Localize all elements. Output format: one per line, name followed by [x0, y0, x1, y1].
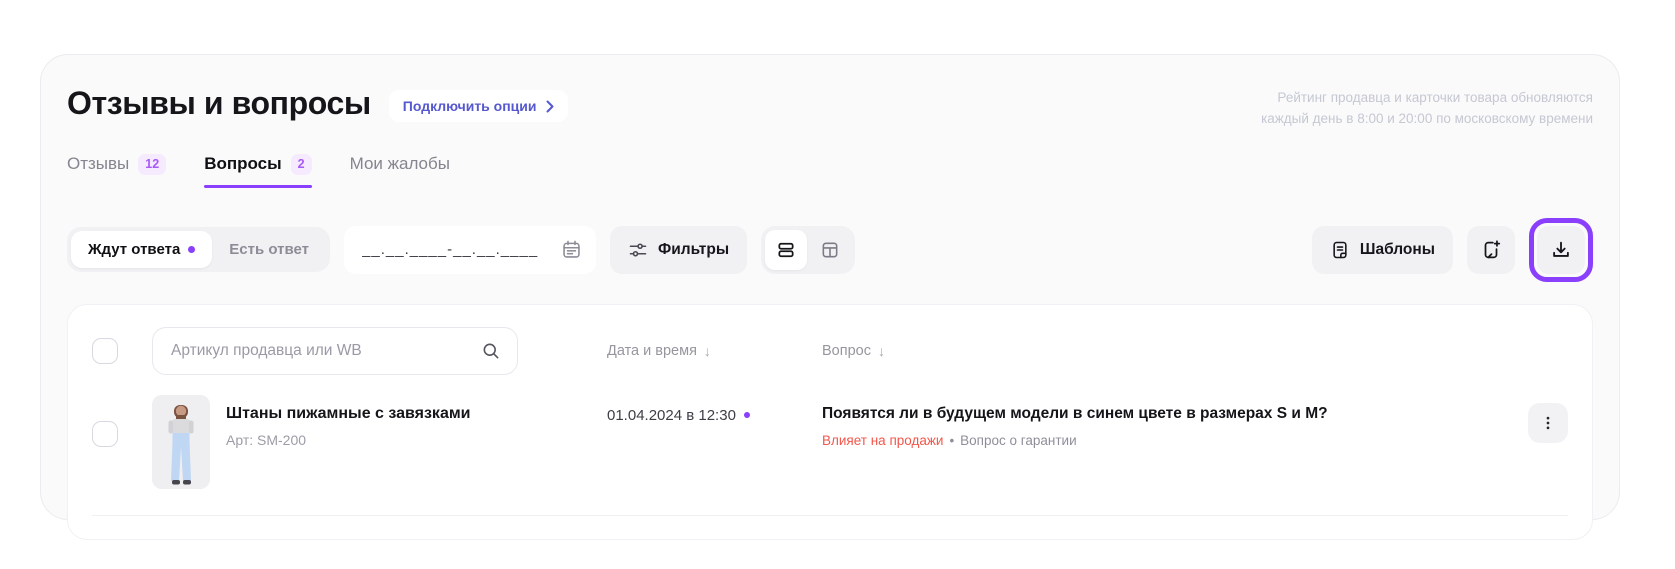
- tab-reviews-badge: 12: [138, 154, 166, 175]
- table-view-option[interactable]: [809, 230, 851, 270]
- unanswered-indicator-dot: [188, 246, 195, 253]
- document-plus-icon: [1480, 239, 1502, 261]
- product-cell: Штаны пижамные с завязками Арт: SM-200: [152, 395, 518, 489]
- column-header-question[interactable]: Вопрос ↓: [822, 343, 885, 359]
- list-view-option[interactable]: [765, 230, 807, 270]
- has-answer-label: Есть ответ: [229, 241, 309, 258]
- rating-update-note-line2: каждый день в 8:00 и 20:00 по московском…: [1261, 109, 1593, 130]
- question-datetime: 01.04.2024 в 12:30: [607, 395, 822, 424]
- select-all-checkbox[interactable]: [92, 338, 118, 364]
- row-checkbox[interactable]: [92, 421, 118, 447]
- connect-options-button[interactable]: Подключить опции: [389, 90, 568, 122]
- product-article: Арт: SM-200: [226, 432, 471, 448]
- tab-reviews[interactable]: Отзывы 12: [67, 154, 166, 188]
- rating-update-note: Рейтинг продавца и карточки товара обнов…: [1261, 85, 1593, 130]
- page-title: Отзывы и вопросы: [67, 85, 371, 122]
- warranty-question-tag: Вопрос о гарантии: [960, 433, 1076, 448]
- column-header-question-label: Вопрос: [822, 343, 871, 359]
- templates-label: Шаблоны: [1360, 241, 1435, 259]
- templates-button[interactable]: Шаблоны: [1312, 226, 1453, 274]
- tab-questions-badge: 2: [291, 154, 312, 175]
- row-menu-button[interactable]: [1528, 403, 1568, 443]
- column-header-datetime-label: Дата и время: [607, 343, 697, 359]
- date-range-input[interactable]: [344, 226, 596, 274]
- filters-label: Фильтры: [658, 241, 729, 259]
- has-answer-segment[interactable]: Есть ответ: [212, 231, 326, 268]
- question-cell: Появятся ли в будущем модели в синем цве…: [822, 395, 1528, 448]
- tab-bar: Отзывы 12 Вопросы 2 Мои жалобы: [67, 154, 1593, 188]
- reviews-questions-panel: Отзывы и вопросы Подключить опции Рейтин…: [40, 54, 1620, 520]
- rows-icon: [776, 240, 796, 260]
- column-header-datetime[interactable]: Дата и время ↓: [607, 343, 822, 359]
- tab-my-complaints-label: Мои жалобы: [350, 154, 450, 174]
- article-search-input[interactable]: [171, 342, 481, 360]
- table-layout-icon: [820, 240, 840, 260]
- waiting-answer-label: Ждут ответа: [88, 241, 180, 258]
- filters-button[interactable]: Фильтры: [610, 226, 747, 274]
- tab-reviews-label: Отзывы: [67, 154, 129, 174]
- article-search-box[interactable]: [152, 327, 518, 375]
- sort-arrow-datetime: ↓: [704, 343, 711, 359]
- affects-sales-tag: Влияет на продажи: [822, 433, 943, 448]
- download-highlight-ring: [1529, 218, 1593, 282]
- sort-arrow-question: ↓: [878, 343, 885, 359]
- new-question-dot: [744, 412, 750, 418]
- download-button[interactable]: [1537, 226, 1585, 274]
- question-tags: Влияет на продажи • Вопрос о гарантии: [822, 433, 1508, 448]
- tag-separator: •: [949, 433, 954, 448]
- toolbar: Ждут ответа Есть ответ: [67, 218, 1593, 282]
- calendar-icon[interactable]: [561, 239, 582, 260]
- connect-options-label: Подключить опции: [403, 98, 537, 114]
- rating-update-note-line1: Рейтинг продавца и карточки товара обнов…: [1261, 88, 1593, 109]
- tab-questions-label: Вопросы: [204, 154, 281, 174]
- date-range-field[interactable]: [362, 241, 561, 258]
- export-report-button[interactable]: [1467, 226, 1515, 274]
- magnifier-icon[interactable]: [481, 341, 501, 361]
- question-text: Появятся ли в будущем модели в синем цве…: [822, 405, 1508, 423]
- document-icon: [1330, 240, 1350, 260]
- table-header-row: Дата и время ↓ Вопрос ↓: [68, 319, 1592, 389]
- question-datetime-value: 01.04.2024 в 12:30: [607, 407, 736, 424]
- kebab-menu-icon: [1539, 414, 1557, 432]
- sliders-icon: [628, 240, 648, 260]
- answer-status-segmented-control: Ждут ответа Есть ответ: [67, 227, 330, 272]
- questions-table: Дата и время ↓ Вопрос ↓: [67, 304, 1593, 540]
- waiting-answer-segment[interactable]: Ждут ответа: [71, 231, 212, 268]
- row-divider: [92, 515, 1568, 539]
- table-row: Штаны пижамные с завязками Арт: SM-200 0…: [68, 389, 1592, 493]
- product-thumbnail: [152, 395, 210, 489]
- product-info: Штаны пижамные с завязками Арт: SM-200: [226, 395, 471, 489]
- product-title: Штаны пижамные с завязками: [226, 405, 471, 423]
- tab-questions[interactable]: Вопросы 2: [204, 154, 311, 188]
- tab-my-complaints[interactable]: Мои жалобы: [350, 154, 450, 188]
- page-header: Отзывы и вопросы Подключить опции Рейтин…: [67, 55, 1593, 130]
- download-icon: [1550, 239, 1572, 261]
- chevron-right-icon: [546, 100, 554, 113]
- view-mode-toggle: [761, 226, 855, 274]
